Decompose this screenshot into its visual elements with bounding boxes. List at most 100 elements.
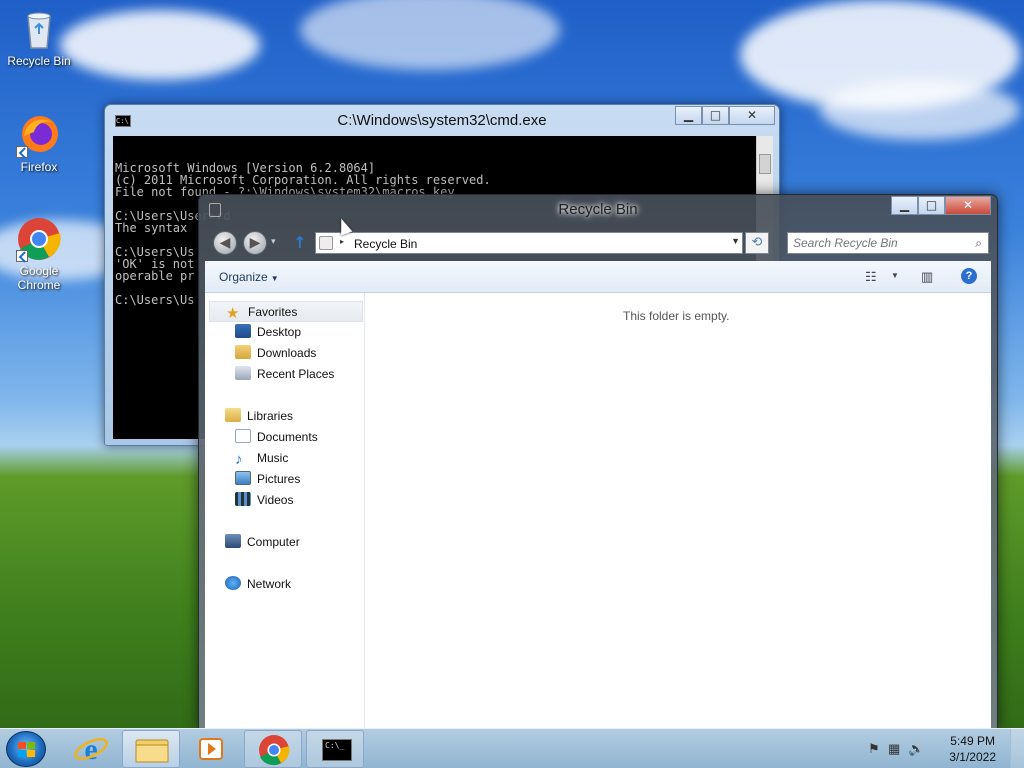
chrome-icon [16,216,62,262]
organize-label: Organize [219,270,268,284]
nav-label: Desktop [257,325,302,339]
cloud [60,10,260,80]
minimize-button[interactable]: ▁ [675,106,702,125]
documents-icon [235,429,251,443]
recent-places-icon [235,366,251,380]
nav-label: Recent Places [257,367,335,381]
scrollbar-thumb[interactable] [759,154,771,174]
taskbar: e C:\_ ⚑ ▦ 🔊 5:49 PM 3/1/2022 [0,728,1024,768]
desktop-icon-recycle-bin[interactable]: Recycle Bin [1,6,77,68]
file-explorer-icon [135,739,169,763]
computer-icon [225,534,241,548]
internet-explorer-icon: e [74,733,108,766]
nav-network[interactable]: Network [225,574,291,595]
shortcut-arrow-icon [16,146,28,158]
nav-desktop[interactable]: Desktop [235,322,301,343]
breadcrumb-recycle-bin[interactable]: Recycle Bin [354,237,417,251]
network-icon [225,576,241,590]
desktop-icon-chrome[interactable]: Google Chrome [1,216,77,292]
nav-computer[interactable]: Computer [225,532,300,553]
refresh-button[interactable]: ⟲ [745,232,769,254]
address-bar[interactable]: ▸ Recycle Bin ▼ [315,232,743,254]
back-button[interactable]: ◀ [213,231,237,255]
chrome-icon [259,735,290,766]
nav-music[interactable]: ♪ Music [235,448,288,469]
close-button[interactable]: ✕ [945,196,991,215]
chevron-down-icon: ▼ [270,274,279,283]
start-button[interactable] [6,731,46,767]
forward-button[interactable]: ▶ [243,231,267,255]
view-options-dropdown[interactable]: ▼ [891,271,899,280]
taskbar-cmd[interactable]: C:\_ [306,730,364,768]
nav-videos[interactable]: Videos [235,490,293,511]
recycle-bin-icon [319,236,333,250]
search-icon[interactable]: ⌕ [975,236,982,251]
cloud [300,0,560,70]
cloud [820,80,1020,140]
windows-logo-icon [18,742,36,758]
minimize-button[interactable]: ▁ [891,196,918,215]
search-box[interactable]: ⌕ [787,232,989,254]
nav-favorites[interactable]: ★ Favorites [209,301,363,322]
organize-button[interactable]: Organize ▼ [219,270,279,284]
change-view-icon[interactable]: ☷ [865,269,877,285]
taskbar-media-player[interactable] [184,730,240,768]
nav-label: Music [257,451,289,465]
nav-label: Computer [247,535,300,549]
desktop-icon-firefox[interactable]: Firefox [1,112,77,174]
nav-downloads[interactable]: Downloads [235,343,316,364]
nav-label: Libraries [247,409,294,423]
explorer-window[interactable]: Recycle Bin ▁ □ ✕ ◀ ▶ ▾ ↑ ▸ Recycle Bin … [198,194,998,730]
taskbar-internet-explorer[interactable]: e [62,730,120,768]
nav-documents[interactable]: Documents [235,427,318,448]
clock-date: 3/1/2022 [949,750,996,764]
show-desktop-button[interactable] [1010,729,1024,768]
nav-pictures[interactable]: Pictures [235,469,300,490]
taskbar-file-explorer[interactable] [122,730,180,768]
nav-label: Documents [257,430,318,444]
command-bar: Organize ▼ ☷ ▼ ▥ ? [205,261,991,293]
shortcut-arrow-icon [16,250,28,262]
breadcrumb-arrow-icon[interactable]: ▸ [340,237,344,246]
close-button[interactable]: ✕ [729,106,775,125]
nav-label: Pictures [257,472,301,486]
maximize-button[interactable]: □ [918,196,945,215]
navigation-bar: ◀ ▶ ▾ ↑ ▸ Recycle Bin ▼ ⟲ ⌕ [205,229,991,257]
up-button[interactable]: ↑ [291,233,309,253]
search-input[interactable] [788,233,964,253]
maximize-button[interactable]: □ [702,106,729,125]
recent-pages-dropdown[interactable]: ▾ [271,237,276,247]
volume-icon[interactable]: 🔊 [908,741,924,757]
desktop-icon-label: Recycle Bin [7,54,71,68]
downloads-icon [235,345,251,359]
system-tray: ⚑ ▦ 🔊 5:49 PM 3/1/2022 [854,729,1024,768]
preview-pane-icon[interactable]: ▥ [921,269,933,285]
cmd-titlebar[interactable]: C:\ C:\Windows\system32\cmd.exe ▁ □ ✕ [105,105,779,137]
svg-text:e: e [84,733,97,766]
cmd-icon-text: C:\_ [325,741,345,750]
address-dropdown-icon[interactable]: ▼ [731,236,740,246]
clock-time: 5:49 PM [950,734,995,748]
explorer-titlebar[interactable]: Recycle Bin ▁ □ ✕ [199,195,997,225]
star-icon: ★ [226,305,240,322]
empty-folder-message: This folder is empty. [623,309,730,323]
nav-libraries[interactable]: Libraries [225,406,293,427]
help-icon[interactable]: ? [961,268,977,284]
desktop-icon-label: Firefox [20,160,58,174]
action-center-flag-icon[interactable]: ⚑ [868,741,880,757]
nav-recent-places[interactable]: Recent Places [235,364,334,385]
desktop-icon-label: Google Chrome [17,264,61,292]
navigation-pane: ★ Favorites Desktop Downloads Recent Plac… [205,293,365,729]
videos-icon [235,492,251,506]
music-icon: ♪ [235,451,243,468]
network-tray-icon[interactable]: ▦ [888,741,900,757]
desktop-icon [235,324,251,338]
explorer-window-title: Recycle Bin [558,201,638,218]
libraries-icon [225,408,241,422]
nav-label: Favorites [248,305,298,319]
nav-label: Videos [257,493,294,507]
explorer-content: ★ Favorites Desktop Downloads Recent Plac… [205,293,991,729]
taskbar-chrome[interactable] [244,730,302,768]
clock[interactable]: 5:49 PM 3/1/2022 [949,733,996,765]
media-player-icon [199,738,223,760]
